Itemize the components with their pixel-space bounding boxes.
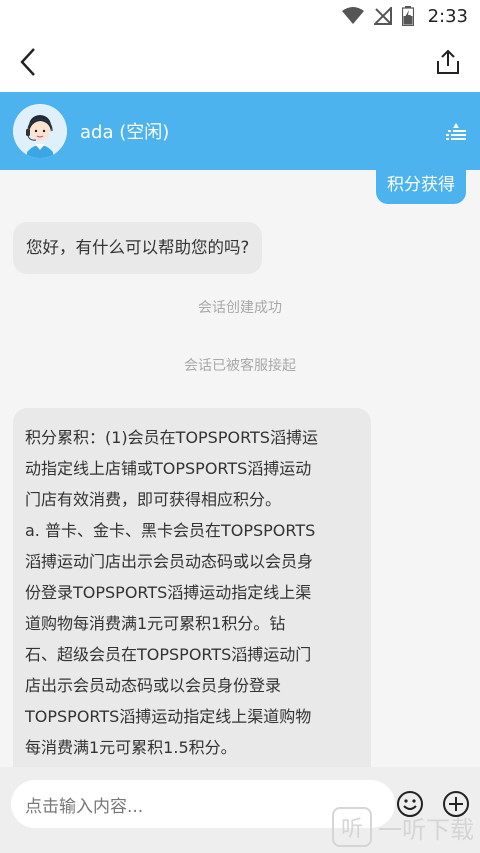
list-menu-button[interactable] <box>444 120 468 144</box>
wifi-icon <box>341 7 364 25</box>
message-line: 积分累积：(1)会员在TOPSPORTS滔搏运 <box>25 428 318 447</box>
message-line: 动指定线上店铺或TOPSPORTS滔搏运动 <box>25 459 312 478</box>
message-line: 每消费满1元可累积1.5积分。 <box>25 738 237 757</box>
status-bar: 2:33 <box>0 0 480 32</box>
message-line: 份登录TOPSPORTS滔搏运动指定线上渠 <box>25 583 312 602</box>
list-menu-icon <box>446 123 466 140</box>
system-message-created: 会话创建成功 <box>198 300 282 316</box>
greeting-message-bubble[interactable]: 您好，有什么可以帮助您的吗? <box>13 222 263 274</box>
message-line: 店出示会员动态码或以会员身份登录 <box>25 676 282 695</box>
agent-avatar[interactable] <box>13 104 67 158</box>
chevron-left-icon <box>20 48 35 76</box>
message-line: 石、超级会员在TOPSPORTS滔搏运动门 <box>25 645 312 664</box>
message-line: 滔搏运动门店出示会员动态码或以会员身 <box>25 552 314 571</box>
no-signal-icon <box>373 7 392 25</box>
status-time: 2:33 <box>427 5 468 27</box>
share-button[interactable] <box>430 44 466 80</box>
watermark: 听 一听下载 <box>332 807 474 847</box>
message-line: 道购物每消费满1元可累积1积分。钻 <box>25 614 286 633</box>
message-line: a. 普卡、金卡、黑卡会员在TOPSPORTS <box>25 521 316 540</box>
battery-charging-icon <box>401 6 414 26</box>
agent-name: ada (空闲) <box>80 122 170 143</box>
message-line: 门店有效消费，即可获得相应积分。 <box>25 490 282 509</box>
long-message-bubble[interactable]: 积分累积：(1)会员在TOPSPORTS滔搏运 动指定线上店铺或TOPSPORT… <box>13 408 371 767</box>
system-message-accepted: 会话已被客服接起 <box>184 358 296 374</box>
back-button[interactable] <box>10 44 46 80</box>
sent-message-bubble[interactable]: 积分获得 <box>376 170 466 204</box>
watermark-text: 一听下载 <box>378 815 474 844</box>
chat-area[interactable]: 积分获得 您好，有什么可以帮助您的吗? 会话创建成功 会话已被客服接起 积分累积… <box>0 170 480 767</box>
agent-header: ada (空闲) <box>0 92 480 170</box>
watermark-logo: 听 <box>332 807 372 847</box>
message-line: TOPSPORTS滔搏运动指定线上渠道购物 <box>25 707 312 726</box>
share-icon <box>437 49 459 74</box>
nav-bar <box>0 32 480 92</box>
